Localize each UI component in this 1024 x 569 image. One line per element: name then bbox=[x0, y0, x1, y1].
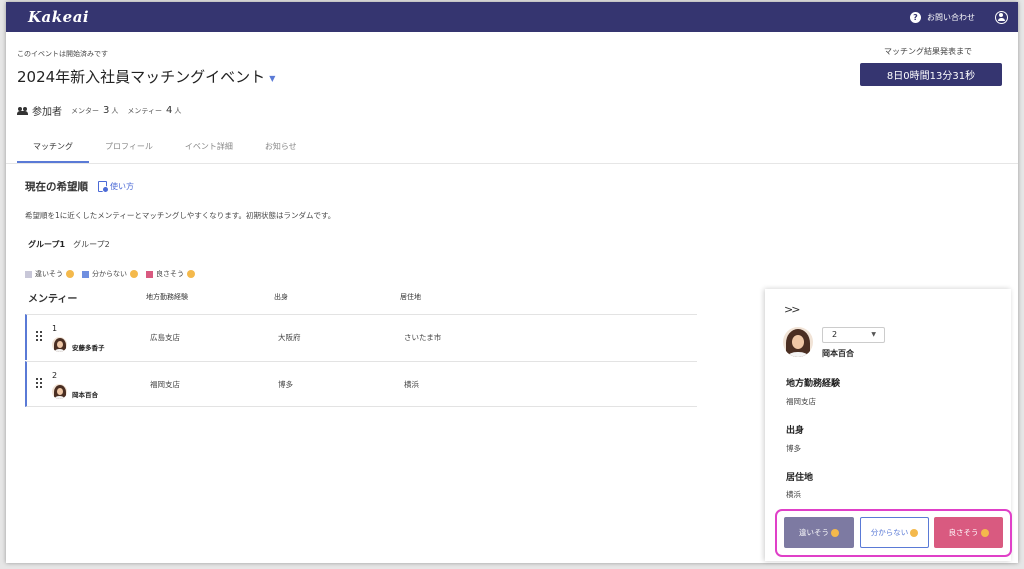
collapse-panel-icon[interactable]: >> bbox=[784, 303, 801, 316]
column-header-residence: 居住地 bbox=[400, 293, 421, 301]
top-navigation-bar: Kakeai ? お問い合わせ bbox=[6, 2, 1018, 32]
participants-summary: 参加者 メンター 3 人 メンティー 4 人 bbox=[17, 103, 181, 118]
group-tab-1[interactable]: グループ1 bbox=[28, 239, 65, 250]
cell-origin: 大阪府 bbox=[278, 333, 301, 342]
legend-item-good: 良さそう bbox=[146, 269, 195, 279]
vote-good-button[interactable]: 良さそう bbox=[934, 517, 1003, 548]
group-tabs: グループ1 グループ2 bbox=[28, 239, 110, 250]
cell-experience: 広島支店 bbox=[150, 333, 180, 342]
document-help-icon bbox=[98, 181, 109, 193]
avatar bbox=[783, 327, 813, 357]
emoji-icon bbox=[980, 528, 989, 537]
legend-item-unknown: 分からない bbox=[82, 269, 138, 279]
event-title: 2024年新入社員マッチングイベント bbox=[17, 68, 266, 86]
chevron-down-icon[interactable]: ▼ bbox=[269, 74, 275, 83]
column-header-origin: 出身 bbox=[274, 293, 288, 301]
mentee-label: メンティー bbox=[127, 106, 162, 115]
legend-swatch bbox=[82, 270, 89, 278]
section-title: 現在の希望順 bbox=[25, 181, 88, 193]
mentor-unit: 人 bbox=[111, 106, 119, 115]
drag-handle-icon[interactable] bbox=[36, 331, 42, 341]
tab-notices[interactable]: お知らせ bbox=[249, 135, 313, 163]
rank-select-value: 2 bbox=[832, 330, 838, 339]
avatar bbox=[52, 384, 67, 399]
people-icon bbox=[17, 106, 29, 115]
drag-handle-icon[interactable] bbox=[36, 378, 42, 388]
mentee-name: 岡本百合 bbox=[72, 391, 98, 399]
table-row[interactable]: 2 岡本百合 福岡支店 博多 横浜 bbox=[25, 361, 697, 407]
vote-bad-button[interactable]: 違いそう bbox=[784, 517, 854, 548]
chevron-down-icon: ▼ bbox=[871, 331, 876, 338]
field-label-experience: 地方勤務経験 bbox=[786, 379, 841, 389]
emoji-icon bbox=[831, 528, 839, 537]
countdown-label: マッチング結果発表まで bbox=[884, 47, 972, 56]
howto-link[interactable]: 使い方 bbox=[98, 181, 134, 193]
howto-label: 使い方 bbox=[110, 182, 134, 191]
legend-swatch bbox=[25, 270, 32, 278]
legend-label: 違いそう bbox=[35, 270, 63, 278]
table-row[interactable]: 1 安藤多香子 広島支店 大阪府 さいたま市 bbox=[25, 314, 697, 360]
tabs-divider bbox=[6, 163, 1018, 164]
emoji-icon bbox=[910, 528, 919, 537]
field-value-experience: 福岡支店 bbox=[786, 397, 816, 406]
tab-bar: マッチング プロフィール イベント詳細 お知らせ bbox=[17, 135, 313, 163]
section-header: 現在の希望順 使い方 bbox=[25, 179, 134, 194]
countdown-timer: 8日0時間13分31秒 bbox=[860, 63, 1002, 86]
header-actions: ? お問い合わせ bbox=[910, 10, 1008, 24]
help-icon[interactable]: ? bbox=[910, 11, 921, 23]
cell-origin: 博多 bbox=[278, 380, 293, 389]
field-value-origin: 博多 bbox=[786, 444, 801, 453]
emoji-icon bbox=[66, 270, 74, 278]
legend: 違いそう 分からない 良さそう bbox=[25, 269, 195, 279]
emoji-icon bbox=[130, 270, 138, 278]
cell-residence: 横浜 bbox=[404, 380, 419, 389]
field-label-residence: 居住地 bbox=[786, 473, 814, 483]
tab-profile[interactable]: プロフィール bbox=[89, 135, 169, 163]
cell-experience: 福岡支店 bbox=[150, 380, 180, 389]
participants-label: 参加者 bbox=[32, 107, 62, 118]
event-selector[interactable]: 2024年新入社員マッチングイベント ▼ bbox=[17, 66, 275, 87]
column-header-mentee: メンティー bbox=[28, 294, 78, 305]
legend-swatch bbox=[146, 270, 153, 278]
row-rank: 2 bbox=[52, 371, 58, 380]
vote-unknown-button[interactable]: 分からない bbox=[860, 517, 929, 548]
cell-residence: さいたま市 bbox=[404, 333, 442, 342]
tab-event-details[interactable]: イベント詳細 bbox=[169, 135, 249, 163]
legend-item-bad: 違いそう bbox=[25, 269, 74, 279]
field-label-origin: 出身 bbox=[786, 426, 805, 436]
contact-link[interactable]: お問い合わせ bbox=[927, 12, 975, 23]
field-value-residence: 横浜 bbox=[786, 490, 801, 499]
row-rank: 1 bbox=[52, 324, 58, 333]
table-header: メンティー 地方勤務経験 出身 居住地 bbox=[25, 292, 697, 314]
emoji-icon bbox=[187, 270, 195, 278]
event-status: このイベントは開始済みです bbox=[17, 50, 108, 58]
vote-good-label: 良さそう bbox=[948, 528, 979, 537]
mentee-unit: 人 bbox=[174, 106, 182, 115]
mentee-name: 安藤多香子 bbox=[72, 344, 105, 352]
legend-label: 良さそう bbox=[156, 270, 184, 278]
avatar bbox=[52, 337, 67, 352]
mentor-label: メンター bbox=[71, 106, 99, 115]
mentor-count: 3 bbox=[103, 105, 110, 116]
vote-unknown-label: 分からない bbox=[870, 528, 909, 537]
panel-mentee-name: 岡本百合 bbox=[822, 349, 854, 358]
app-logo[interactable]: Kakeai bbox=[28, 8, 89, 26]
account-icon[interactable] bbox=[995, 10, 1008, 24]
vote-bad-label: 違いそう bbox=[799, 528, 829, 537]
rank-select[interactable]: 2 ▼ bbox=[822, 327, 885, 343]
mentee-count: 4 bbox=[165, 105, 173, 116]
column-header-experience: 地方勤務経験 bbox=[146, 293, 188, 301]
legend-label: 分からない bbox=[92, 270, 127, 278]
group-tab-2[interactable]: グループ2 bbox=[73, 239, 110, 250]
section-description: 希望順を1に近くしたメンティーとマッチングしやすくなります。初期状態はランダムで… bbox=[25, 211, 336, 220]
tab-matching[interactable]: マッチング bbox=[17, 135, 89, 163]
